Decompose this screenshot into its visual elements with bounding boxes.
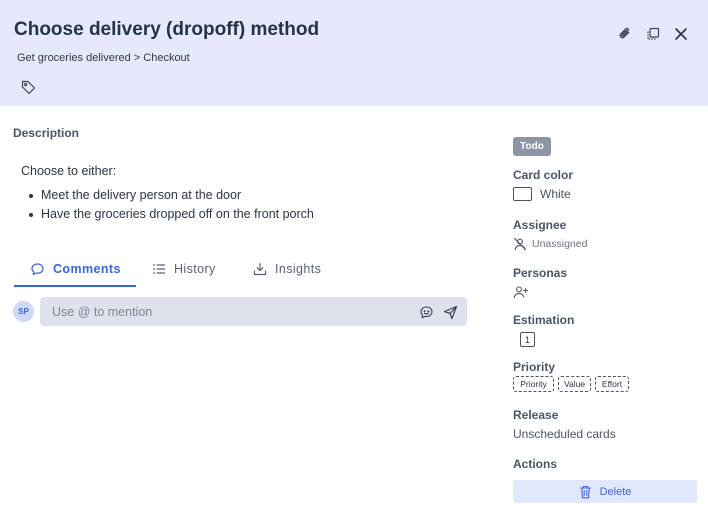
value-chip[interactable]: Value xyxy=(558,376,591,392)
tab-history[interactable]: History xyxy=(152,250,216,288)
tab-insights[interactable]: Insights xyxy=(253,250,321,288)
list-item[interactable]: Meet the delivery person at the door xyxy=(26,186,314,205)
tab-label: Comments xyxy=(53,262,121,276)
tab-label: Insights xyxy=(275,262,322,276)
duplicate-icon[interactable] xyxy=(643,24,663,44)
description-label: Description xyxy=(13,126,80,140)
activity-tabs: Comments History Insights xyxy=(14,250,339,288)
card-title[interactable]: Choose delivery (dropoff) method xyxy=(14,19,319,41)
list-icon xyxy=(152,264,166,274)
card-color-swatch[interactable] xyxy=(513,187,532,201)
card-header: Choose delivery (dropoff) method Get gro… xyxy=(0,0,708,106)
attach-icon[interactable] xyxy=(615,24,635,44)
comment-icon xyxy=(31,262,44,275)
status-badge[interactable]: Todo xyxy=(513,137,551,156)
send-icon[interactable] xyxy=(442,304,458,320)
actions-label: Actions xyxy=(513,457,558,471)
delete-label: Delete xyxy=(599,485,632,498)
priority-chip[interactable]: Priority xyxy=(513,376,554,392)
comment-input[interactable] xyxy=(52,302,402,322)
breadcrumb[interactable]: Get groceries delivered > Checkout xyxy=(17,52,190,64)
tab-label: History xyxy=(174,262,216,276)
assignee-label: Assignee xyxy=(513,218,567,232)
personas-label: Personas xyxy=(513,266,568,280)
close-icon[interactable] xyxy=(671,24,691,44)
effort-chip[interactable]: Effort xyxy=(595,376,629,392)
card-color-value[interactable]: White xyxy=(540,187,571,201)
add-persona-icon[interactable] xyxy=(513,285,529,299)
assignee-value[interactable]: Unassigned xyxy=(532,238,587,250)
release-label: Release xyxy=(513,408,559,422)
description-list: Meet the delivery person at the door Hav… xyxy=(26,186,314,224)
user-slash-icon[interactable] xyxy=(513,237,527,251)
list-item[interactable]: Have the groceries dropped off on the fr… xyxy=(26,205,314,224)
estimation-label: Estimation xyxy=(513,313,575,327)
release-value[interactable]: Unscheduled cards xyxy=(513,427,616,441)
description-intro[interactable]: Choose to either: xyxy=(21,164,116,178)
tag-icon[interactable] xyxy=(20,79,37,96)
avatar[interactable]: SP xyxy=(13,301,34,322)
priority-label: Priority xyxy=(513,360,556,374)
comment-box xyxy=(40,297,467,326)
emoji-icon[interactable] xyxy=(418,304,434,320)
delete-button[interactable]: Delete xyxy=(513,480,697,503)
card-color-label: Card color xyxy=(513,168,574,182)
download-icon xyxy=(253,262,267,276)
trash-icon xyxy=(579,485,591,498)
estimation-value[interactable]: 1 xyxy=(520,332,535,347)
active-tab-indicator xyxy=(14,285,136,287)
tab-comments[interactable]: Comments xyxy=(30,250,121,288)
